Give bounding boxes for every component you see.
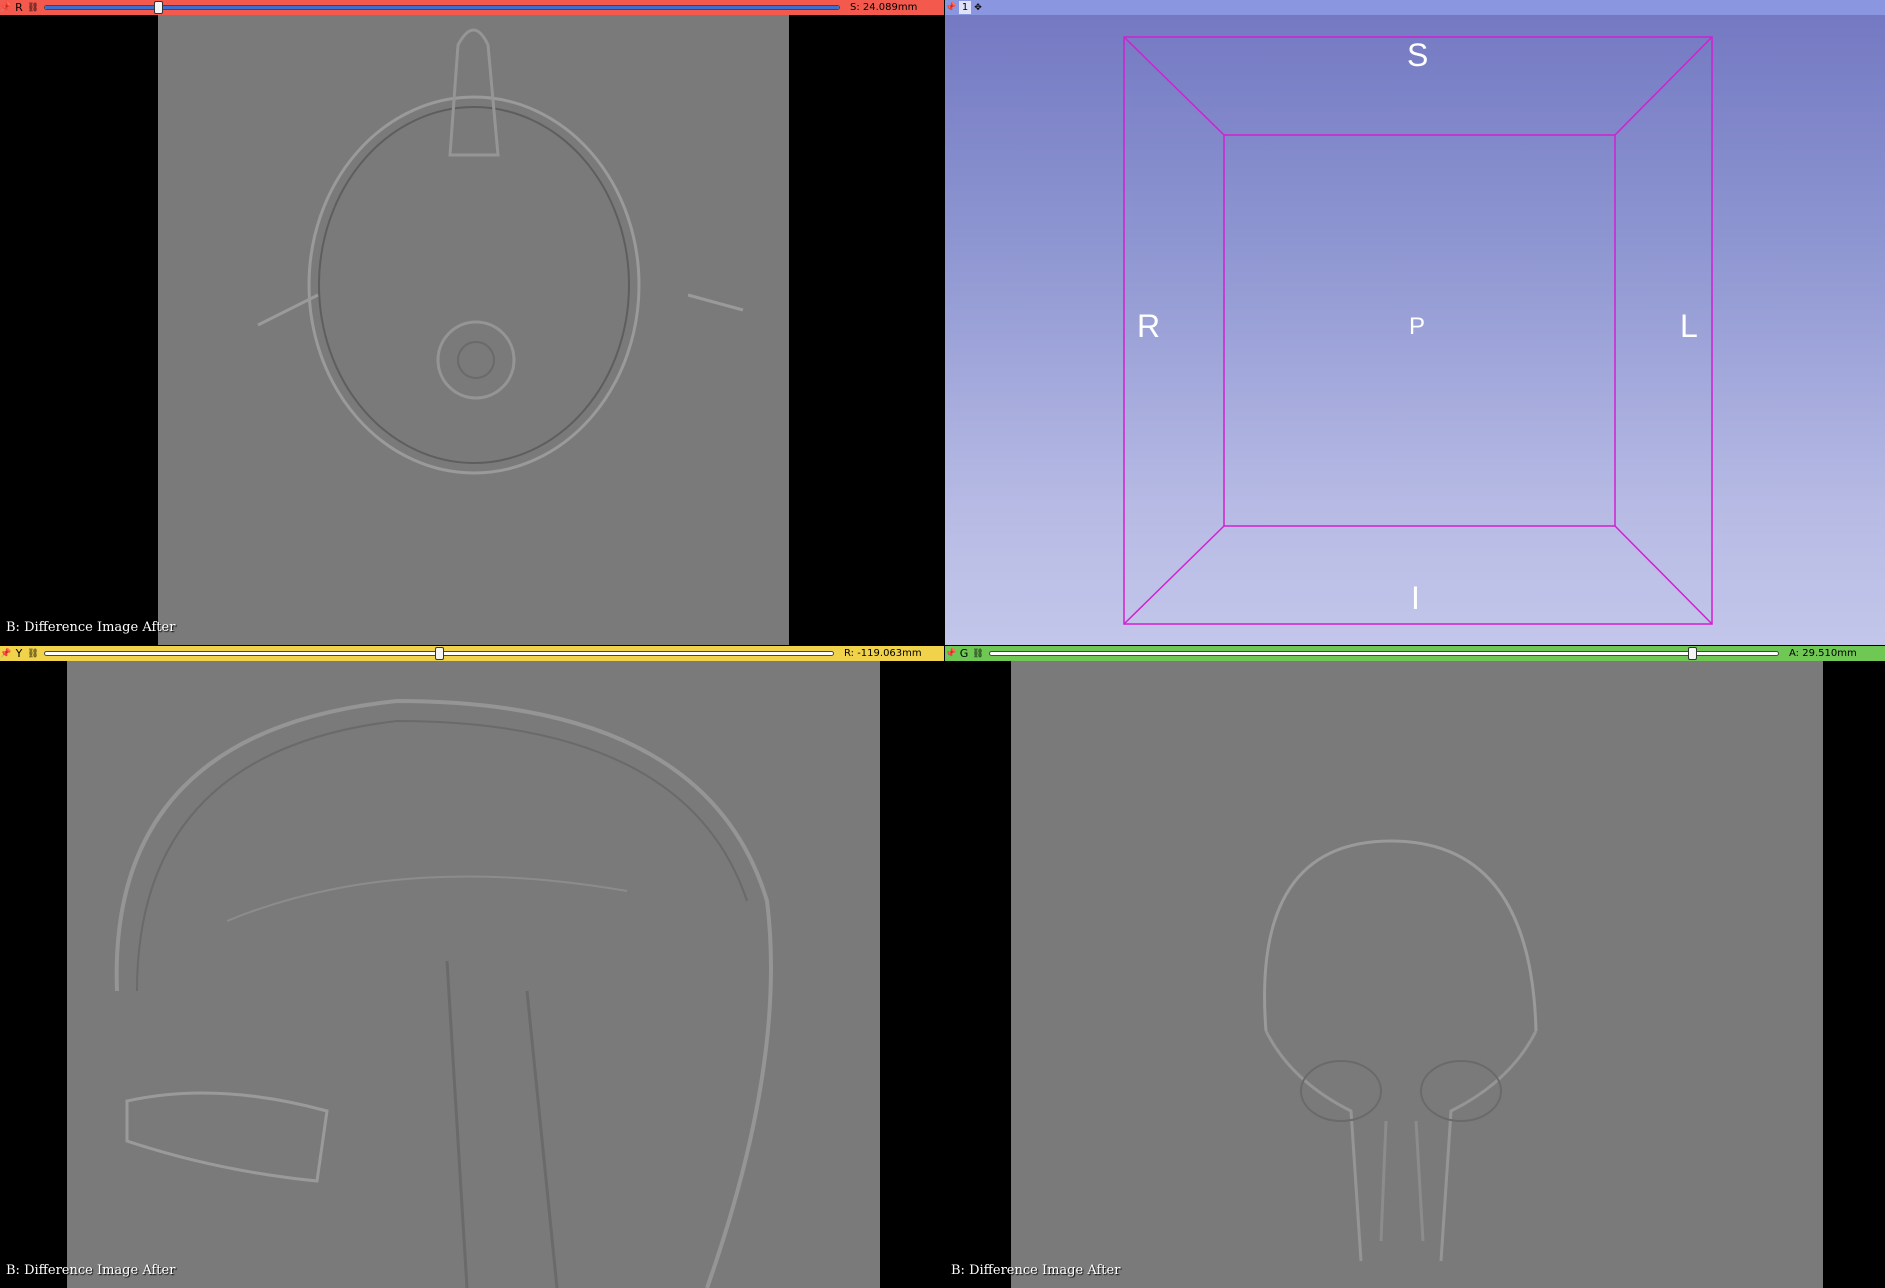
pin-icon[interactable]: 📌: [0, 0, 12, 15]
orientation-inferior: I: [1411, 580, 1420, 616]
red-offset-slider[interactable]: [44, 0, 840, 15]
center-icon[interactable]: ✥: [971, 1, 985, 14]
green-corner-annotation: B: Difference Image After: [951, 1263, 1121, 1278]
three-d-view[interactable]: 📌 1 ✥ S I R L P: [945, 0, 1885, 645]
red-slice-view[interactable]: 📌 R ⛓ S: 24.089mm B: Difference Image Af…: [0, 0, 944, 645]
slicer-layout: 📌 R ⛓ S: 24.089mm B: Difference Image Af…: [0, 0, 1885, 1288]
slider-track: [44, 5, 840, 10]
yellow-corner-annotation: B: Difference Image After: [6, 1263, 176, 1278]
coronal-head-outline: [1263, 839, 1538, 1262]
pin-icon[interactable]: 📌: [0, 646, 12, 661]
orientation-right: R: [1137, 308, 1161, 344]
yellow-view-label: Y: [15, 647, 23, 660]
green-render-area[interactable]: B: Difference Image After: [945, 661, 1885, 1288]
red-corner-annotation: B: Difference Image After: [6, 620, 176, 635]
three-d-render-area[interactable]: S I R L P: [945, 15, 1885, 645]
sagittal-slice-image: [67, 661, 880, 1288]
coronal-slice-image: [1011, 661, 1823, 1288]
orientation-superior: S: [1407, 37, 1429, 73]
link-icon[interactable]: ⛓: [971, 647, 985, 660]
axial-slice-image: [158, 15, 789, 645]
green-slice-view[interactable]: 📌 G ⛓ A: 29.510mm B: Difference Image Af…: [945, 646, 1885, 1288]
yellow-slice-view[interactable]: 📌 Y ⛓ R: -119.063mm B: Difference Image …: [0, 646, 944, 1288]
green-slice-controller: 📌 G ⛓ A: 29.510mm: [945, 646, 1885, 661]
yellow-slice-controller: 📌 Y ⛓ R: -119.063mm: [0, 646, 944, 661]
green-offset-slider[interactable]: [989, 646, 1779, 661]
green-offset-value: A: 29.510mm: [1789, 648, 1857, 659]
orientation-left: L: [1680, 308, 1698, 344]
red-offset-value: S: 24.089mm: [846, 0, 944, 15]
red-slice-controller: 📌 R ⛓ S: 24.089mm: [0, 0, 944, 15]
slider-handle[interactable]: [1688, 647, 1698, 660]
slider-track: [989, 651, 1779, 656]
three-d-controller: 📌 1 ✥: [945, 0, 1885, 15]
sagittal-head-outline: [114, 698, 773, 1288]
slider-handle[interactable]: [153, 1, 163, 14]
pin-icon[interactable]: 📌: [945, 646, 957, 661]
green-view-label: G: [959, 647, 969, 660]
yellow-offset-value: R: -119.063mm: [844, 648, 922, 659]
slider-fill: [45, 6, 839, 9]
red-view-label: R: [15, 1, 23, 14]
three-d-view-label: 1: [959, 1, 971, 14]
orientation-posterior: P: [1409, 313, 1426, 340]
axial-head-outline: [257, 28, 744, 475]
red-render-area[interactable]: B: Difference Image After: [0, 15, 944, 645]
link-icon[interactable]: ⛓: [26, 1, 40, 14]
link-icon[interactable]: ⛓: [26, 647, 40, 660]
slider-handle[interactable]: [435, 647, 444, 660]
yellow-render-area[interactable]: B: Difference Image After: [0, 661, 944, 1288]
yellow-offset-slider[interactable]: [44, 646, 834, 661]
pin-icon[interactable]: 📌: [945, 0, 957, 15]
